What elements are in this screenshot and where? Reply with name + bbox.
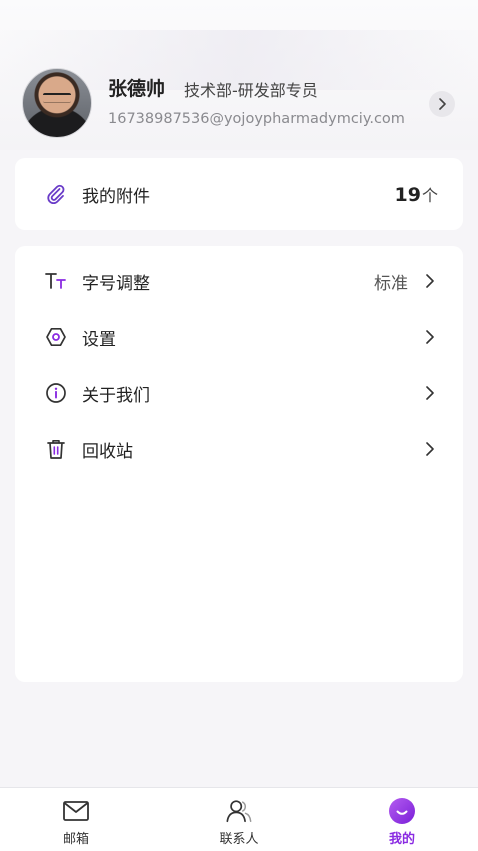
attachments-label: 我的附件 <box>82 186 150 207</box>
chevron-right-icon <box>423 386 437 400</box>
menu-item-label: 回收站 <box>82 441 133 462</box>
profile-department: 技术部-研发部专员 <box>184 81 318 100</box>
tab-mail[interactable]: 邮箱 <box>16 788 136 851</box>
tab-label: 邮箱 <box>62 832 89 847</box>
settings-icon <box>44 325 68 349</box>
profile-email: 16738987536@yojoypharmadymciy.com <box>108 111 405 127</box>
contacts-icon <box>225 797 253 825</box>
menu-item-label: 设置 <box>82 329 116 350</box>
menu-item-label: 字号调整 <box>82 273 150 294</box>
profile-icon <box>388 797 416 825</box>
profile-detail-button[interactable] <box>429 91 455 117</box>
tab-mine[interactable]: 我的 <box>342 788 462 851</box>
mail-icon <box>62 797 90 825</box>
menu-item-recycle-bin[interactable]: 回收站 <box>15 421 463 477</box>
menu-item-settings[interactable]: 设置 <box>15 309 463 365</box>
menu-item-about[interactable]: 关于我们 <box>15 365 463 421</box>
font-size-icon <box>44 269 68 293</box>
tab-label: 联系人 <box>219 832 259 847</box>
chevron-right-icon <box>423 274 437 288</box>
avatar-glasses <box>43 93 71 103</box>
bottom-tab-bar: 邮箱 联系人 我的 <box>0 787 478 851</box>
attachments-row[interactable]: 我的附件 19 个 <box>15 166 463 222</box>
paperclip-icon <box>44 182 68 206</box>
font-size-value: 标准 <box>374 273 408 294</box>
trash-icon <box>44 437 68 461</box>
attachments-count: 19 个 <box>395 182 438 206</box>
menu-card: 字号调整 标准 设置 关于我们 回收站 <box>15 246 463 682</box>
chevron-right-icon <box>423 330 437 344</box>
tab-label: 我的 <box>388 832 415 847</box>
attachments-card[interactable]: 我的附件 19 个 <box>15 158 463 230</box>
avatar[interactable] <box>22 68 92 138</box>
info-icon <box>44 381 68 405</box>
menu-item-font-size[interactable]: 字号调整 标准 <box>15 253 463 309</box>
menu-item-label: 关于我们 <box>82 385 150 406</box>
tab-contacts[interactable]: 联系人 <box>179 788 299 851</box>
chevron-right-icon <box>439 98 446 110</box>
chevron-right-icon <box>423 442 437 456</box>
attachments-count-unit: 个 <box>421 186 438 205</box>
profile-name: 张德帅 <box>108 78 166 100</box>
attachments-count-number: 19 <box>394 184 421 206</box>
